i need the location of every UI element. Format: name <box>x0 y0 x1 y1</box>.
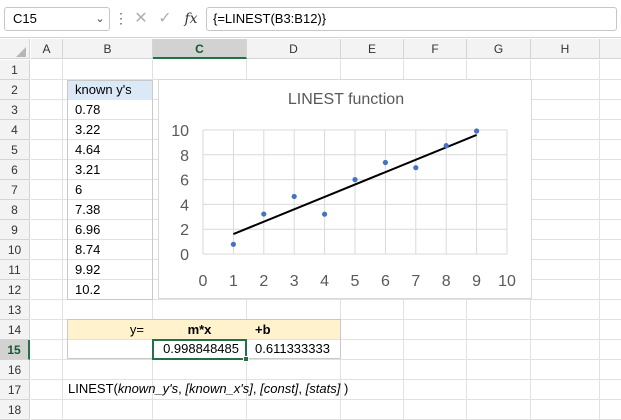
chart-data-point <box>443 143 449 149</box>
cancel-icon[interactable]: ✕ <box>131 7 151 31</box>
chart-y-tick-label: 2 <box>180 222 189 239</box>
column-header-d[interactable]: D <box>247 39 341 59</box>
chart-y-tick-label: 10 <box>171 123 189 140</box>
syntax-sep: , <box>298 381 306 396</box>
formula-input[interactable]: {=LINEST(B3:B12)} <box>206 7 617 31</box>
known-ys-cell[interactable]: 7.38 <box>67 200 152 220</box>
column-header-f[interactable]: F <box>404 39 467 59</box>
chart-x-tick-label: 5 <box>351 273 360 290</box>
column-header-c[interactable]: C <box>153 39 247 59</box>
function-syntax-text: LINEST(known_y's, [known_x's], [const], … <box>68 379 348 399</box>
row-header-13[interactable]: 13 <box>0 300 30 320</box>
chart-x-tick-label: 8 <box>442 273 451 290</box>
known-ys-cell[interactable]: 10.2 <box>67 280 152 300</box>
column-header-g[interactable]: G <box>467 39 531 59</box>
row-header-4[interactable]: 4 <box>0 120 30 140</box>
chart-x-tick-label: 10 <box>498 273 516 290</box>
select-all-triangle <box>16 47 26 57</box>
chart-data-point <box>474 128 480 134</box>
chart-x-tick-label: 2 <box>259 273 268 290</box>
column-header-b[interactable]: B <box>63 39 153 59</box>
row-header-9[interactable]: 9 <box>0 220 30 240</box>
syntax-arg-known-ys: known_y's <box>117 381 179 396</box>
chart-data-point <box>352 177 358 183</box>
result-header-b[interactable]: +b <box>247 319 341 339</box>
gridline <box>31 359 621 360</box>
syntax-arg-const: [const] <box>260 381 299 396</box>
known-ys-cell[interactable]: 6 <box>67 180 152 200</box>
syntax-fn: LINEST( <box>68 381 118 396</box>
chart-x-tick-label: 6 <box>381 273 390 290</box>
fill-handle[interactable] <box>243 356 249 362</box>
insert-function-icon[interactable]: fx <box>180 7 202 31</box>
chart-x-tick-label: 9 <box>472 273 481 290</box>
column-header-h[interactable]: H <box>531 39 600 59</box>
chart-x-tick-label: 7 <box>411 273 420 290</box>
chart-data-point <box>382 159 388 166</box>
known-ys-cell[interactable]: 0.78 <box>67 100 152 120</box>
syntax-arg-known-xs: [known_x's] <box>185 381 253 396</box>
more-options-icon[interactable]: ⋮ <box>114 7 128 31</box>
syntax-end: ) <box>340 381 349 396</box>
row-header-18[interactable]: 18 <box>0 400 30 420</box>
row-header-2[interactable]: 2 <box>0 80 30 100</box>
chart-data-point <box>413 165 419 171</box>
chevron-down-icon[interactable]: ⌄ <box>92 7 108 31</box>
result-cell-b15[interactable] <box>67 339 152 359</box>
known-ys-cell[interactable]: 6.96 <box>67 220 152 240</box>
row-header-5[interactable]: 5 <box>0 140 30 160</box>
chart-data-point <box>230 241 236 247</box>
result-header-y[interactable]: y= <box>67 319 152 339</box>
row-header-3[interactable]: 3 <box>0 100 30 120</box>
row-header-16[interactable]: 16 <box>0 360 30 380</box>
chart-y-tick-label: 8 <box>180 148 189 165</box>
row-header-17[interactable]: 17 <box>0 380 30 400</box>
row-header-1[interactable]: 1 <box>0 60 30 80</box>
chart-x-tick-label: 0 <box>199 273 208 290</box>
row-header-8[interactable]: 8 <box>0 200 30 220</box>
column-header-e[interactable]: E <box>341 39 404 59</box>
chart-x-tick-label: 1 <box>229 273 238 290</box>
chart-x-tick-label: 3 <box>290 273 299 290</box>
chart-y-tick-label: 4 <box>180 197 189 214</box>
known-ys-cell[interactable]: 3.22 <box>67 120 152 140</box>
chart-object[interactable]: LINEST function 0 2 4 6 8 10 0 1 2 3 4 5 6 7 8 9 10 <box>158 79 532 299</box>
row-header-7[interactable]: 7 <box>0 180 30 200</box>
row-header-12[interactable]: 12 <box>0 280 30 300</box>
column-header-a[interactable]: A <box>31 39 63 59</box>
known-ys-cell[interactable]: 9.92 <box>67 260 152 280</box>
result-intercept-cell[interactable]: 0.611333333 <box>247 339 341 359</box>
chart-y-tick-label: 0 <box>180 247 189 264</box>
known-ys-cell[interactable]: 4.64 <box>67 140 152 160</box>
column-header-overflow <box>600 39 621 59</box>
known-ys-header[interactable]: known y's <box>67 80 152 100</box>
row-header-6[interactable]: 6 <box>0 160 30 180</box>
chart-y-tick-label: 6 <box>180 173 189 190</box>
row-header-11[interactable]: 11 <box>0 260 30 280</box>
row-header-15[interactable]: 15 <box>0 340 30 360</box>
known-ys-cell[interactable]: 3.21 <box>67 160 152 180</box>
row-header-10[interactable]: 10 <box>0 240 30 260</box>
chart-data-point <box>291 193 297 200</box>
known-ys-cell[interactable]: 8.74 <box>67 240 152 260</box>
syntax-arg-stats: [stats] <box>305 381 341 396</box>
confirm-icon[interactable]: ✓ <box>155 7 175 31</box>
chart-data-point <box>322 211 328 217</box>
row-header-14[interactable]: 14 <box>0 320 30 340</box>
chart-data-point <box>261 211 267 217</box>
chart-x-tick-label: 4 <box>320 273 329 290</box>
chart-plot: 0 2 4 6 8 10 0 1 2 3 4 5 6 7 8 9 10 <box>171 123 516 290</box>
result-header-mx[interactable]: m*x <box>152 319 247 339</box>
gridline <box>31 399 621 400</box>
active-cell-selection <box>152 339 247 360</box>
